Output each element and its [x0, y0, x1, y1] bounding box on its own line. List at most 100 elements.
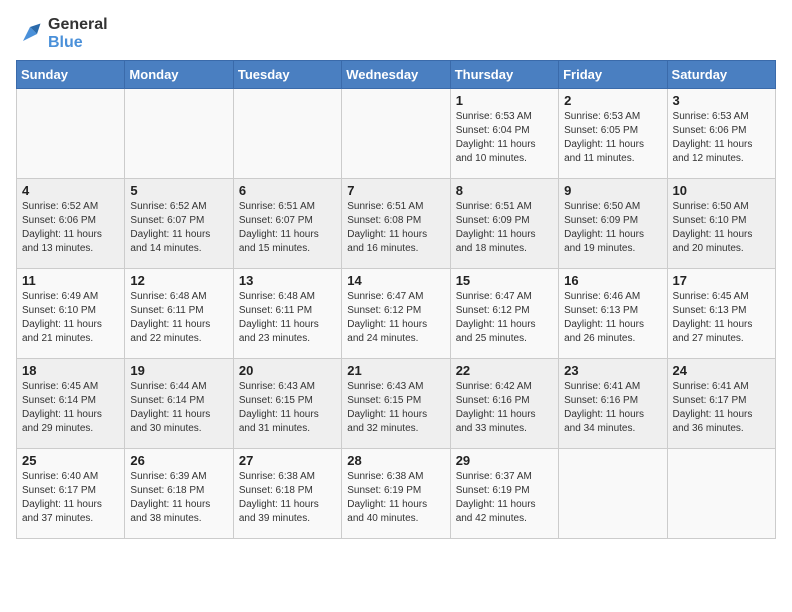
- day-info: Sunrise: 6:50 AM Sunset: 6:09 PM Dayligh…: [564, 200, 661, 256]
- calendar-cell: 13 Sunrise: 6:48 AM Sunset: 6:11 PM Dayli…: [233, 269, 341, 359]
- day-number: 4: [22, 183, 119, 198]
- calendar-week-row: 4 Sunrise: 6:52 AM Sunset: 6:06 PM Daylig…: [17, 179, 776, 269]
- day-number: 29: [456, 453, 553, 468]
- header-friday: Friday: [559, 61, 667, 89]
- day-info: Sunrise: 6:41 AM Sunset: 6:16 PM Dayligh…: [564, 380, 661, 436]
- calendar-cell: 18 Sunrise: 6:45 AM Sunset: 6:14 PM Dayli…: [17, 359, 125, 449]
- day-info: Sunrise: 6:47 AM Sunset: 6:12 PM Dayligh…: [456, 290, 553, 346]
- day-info: Sunrise: 6:52 AM Sunset: 6:06 PM Dayligh…: [22, 200, 119, 256]
- header-thursday: Thursday: [450, 61, 558, 89]
- day-number: 5: [130, 183, 227, 198]
- day-number: 14: [347, 273, 444, 288]
- calendar-cell: 6 Sunrise: 6:51 AM Sunset: 6:07 PM Daylig…: [233, 179, 341, 269]
- header-sunday: Sunday: [17, 61, 125, 89]
- day-number: 11: [22, 273, 119, 288]
- day-info: Sunrise: 6:52 AM Sunset: 6:07 PM Dayligh…: [130, 200, 227, 256]
- calendar-cell: 19 Sunrise: 6:44 AM Sunset: 6:14 PM Dayli…: [125, 359, 233, 449]
- day-number: 7: [347, 183, 444, 198]
- header-tuesday: Tuesday: [233, 61, 341, 89]
- day-number: 17: [673, 273, 770, 288]
- calendar-cell: 10 Sunrise: 6:50 AM Sunset: 6:10 PM Dayli…: [667, 179, 775, 269]
- calendar-cell: 8Sunrise: 6:51 AM Sunset: 6:09 PM Daylig…: [450, 179, 558, 269]
- day-number: 19: [130, 363, 227, 378]
- calendar-cell: 9 Sunrise: 6:50 AM Sunset: 6:09 PM Daylig…: [559, 179, 667, 269]
- day-number: 13: [239, 273, 336, 288]
- day-info: Sunrise: 6:53 AM Sunset: 6:04 PM Dayligh…: [456, 110, 553, 166]
- calendar-cell: 14 Sunrise: 6:47 AM Sunset: 6:12 PM Dayli…: [342, 269, 450, 359]
- calendar-cell: 24 Sunrise: 6:41 AM Sunset: 6:17 PM Dayli…: [667, 359, 775, 449]
- calendar-cell: 16Sunrise: 6:46 AM Sunset: 6:13 PM Dayli…: [559, 269, 667, 359]
- day-info: Sunrise: 6:50 AM Sunset: 6:10 PM Dayligh…: [673, 200, 770, 256]
- day-number: 25: [22, 453, 119, 468]
- calendar-cell: [17, 89, 125, 179]
- day-info: Sunrise: 6:53 AM Sunset: 6:05 PM Dayligh…: [564, 110, 661, 166]
- calendar-cell: 4 Sunrise: 6:52 AM Sunset: 6:06 PM Daylig…: [17, 179, 125, 269]
- calendar-cell: [667, 449, 775, 539]
- day-number: 2: [564, 93, 661, 108]
- page-header: General Blue: [16, 16, 776, 52]
- logo-icon: [16, 20, 44, 48]
- calendar-cell: 23 Sunrise: 6:41 AM Sunset: 6:16 PM Dayli…: [559, 359, 667, 449]
- day-number: 15: [456, 273, 553, 288]
- calendar-week-row: 1 Sunrise: 6:53 AM Sunset: 6:04 PM Daylig…: [17, 89, 776, 179]
- calendar-cell: 11 Sunrise: 6:49 AM Sunset: 6:10 PM Dayli…: [17, 269, 125, 359]
- day-number: 3: [673, 93, 770, 108]
- header-wednesday: Wednesday: [342, 61, 450, 89]
- calendar-cell: [342, 89, 450, 179]
- day-info: Sunrise: 6:40 AM Sunset: 6:17 PM Dayligh…: [22, 470, 119, 526]
- calendar-week-row: 18 Sunrise: 6:45 AM Sunset: 6:14 PM Dayli…: [17, 359, 776, 449]
- day-number: 1: [456, 93, 553, 108]
- day-info: Sunrise: 6:53 AM Sunset: 6:06 PM Dayligh…: [673, 110, 770, 166]
- day-number: 18: [22, 363, 119, 378]
- day-info: Sunrise: 6:46 AM Sunset: 6:13 PM Dayligh…: [564, 290, 661, 346]
- calendar-cell: 28 Sunrise: 6:38 AM Sunset: 6:19 PM Dayli…: [342, 449, 450, 539]
- header-saturday: Saturday: [667, 61, 775, 89]
- day-info: Sunrise: 6:37 AM Sunset: 6:19 PM Dayligh…: [456, 470, 553, 526]
- day-info: Sunrise: 6:41 AM Sunset: 6:17 PM Dayligh…: [673, 380, 770, 436]
- calendar-cell: 21 Sunrise: 6:43 AM Sunset: 6:15 PM Dayli…: [342, 359, 450, 449]
- calendar-week-row: 11 Sunrise: 6:49 AM Sunset: 6:10 PM Dayli…: [17, 269, 776, 359]
- calendar-cell: 22 Sunrise: 6:42 AM Sunset: 6:16 PM Dayli…: [450, 359, 558, 449]
- calendar-cell: 29 Sunrise: 6:37 AM Sunset: 6:19 PM Dayli…: [450, 449, 558, 539]
- day-info: Sunrise: 6:45 AM Sunset: 6:14 PM Dayligh…: [22, 380, 119, 436]
- day-number: 26: [130, 453, 227, 468]
- calendar-cell: [233, 89, 341, 179]
- calendar-cell: 27Sunrise: 6:38 AM Sunset: 6:18 PM Dayli…: [233, 449, 341, 539]
- day-number: 20: [239, 363, 336, 378]
- day-info: Sunrise: 6:47 AM Sunset: 6:12 PM Dayligh…: [347, 290, 444, 346]
- day-number: 21: [347, 363, 444, 378]
- day-number: 6: [239, 183, 336, 198]
- day-number: 23: [564, 363, 661, 378]
- calendar-cell: 15 Sunrise: 6:47 AM Sunset: 6:12 PM Dayli…: [450, 269, 558, 359]
- day-number: 12: [130, 273, 227, 288]
- day-info: Sunrise: 6:43 AM Sunset: 6:15 PM Dayligh…: [347, 380, 444, 436]
- header-monday: Monday: [125, 61, 233, 89]
- day-number: 24: [673, 363, 770, 378]
- day-number: 28: [347, 453, 444, 468]
- calendar-cell: 1 Sunrise: 6:53 AM Sunset: 6:04 PM Daylig…: [450, 89, 558, 179]
- calendar-cell: 2 Sunrise: 6:53 AM Sunset: 6:05 PM Daylig…: [559, 89, 667, 179]
- day-info: Sunrise: 6:42 AM Sunset: 6:16 PM Dayligh…: [456, 380, 553, 436]
- day-number: 22: [456, 363, 553, 378]
- calendar-week-row: 25 Sunrise: 6:40 AM Sunset: 6:17 PM Dayli…: [17, 449, 776, 539]
- calendar-cell: 5 Sunrise: 6:52 AM Sunset: 6:07 PM Daylig…: [125, 179, 233, 269]
- calendar-cell: 17 Sunrise: 6:45 AM Sunset: 6:13 PM Dayli…: [667, 269, 775, 359]
- day-info: Sunrise: 6:51 AM Sunset: 6:08 PM Dayligh…: [347, 200, 444, 256]
- day-number: 10: [673, 183, 770, 198]
- calendar-cell: 26 Sunrise: 6:39 AM Sunset: 6:18 PM Dayli…: [125, 449, 233, 539]
- day-info: Sunrise: 6:39 AM Sunset: 6:18 PM Dayligh…: [130, 470, 227, 526]
- day-info: Sunrise: 6:49 AM Sunset: 6:10 PM Dayligh…: [22, 290, 119, 346]
- day-info: Sunrise: 6:44 AM Sunset: 6:14 PM Dayligh…: [130, 380, 227, 436]
- calendar-header-row: SundayMondayTuesdayWednesdayThursdayFrid…: [17, 61, 776, 89]
- calendar-cell: 7 Sunrise: 6:51 AM Sunset: 6:08 PM Daylig…: [342, 179, 450, 269]
- day-number: 9: [564, 183, 661, 198]
- day-info: Sunrise: 6:38 AM Sunset: 6:19 PM Dayligh…: [347, 470, 444, 526]
- calendar-cell: 25 Sunrise: 6:40 AM Sunset: 6:17 PM Dayli…: [17, 449, 125, 539]
- logo: General Blue: [16, 16, 108, 52]
- day-info: Sunrise: 6:48 AM Sunset: 6:11 PM Dayligh…: [239, 290, 336, 346]
- day-info: Sunrise: 6:45 AM Sunset: 6:13 PM Dayligh…: [673, 290, 770, 346]
- logo-text: General Blue: [48, 16, 108, 52]
- day-info: Sunrise: 6:51 AM Sunset: 6:09 PM Dayligh…: [456, 200, 553, 256]
- calendar-cell: [125, 89, 233, 179]
- day-info: Sunrise: 6:51 AM Sunset: 6:07 PM Dayligh…: [239, 200, 336, 256]
